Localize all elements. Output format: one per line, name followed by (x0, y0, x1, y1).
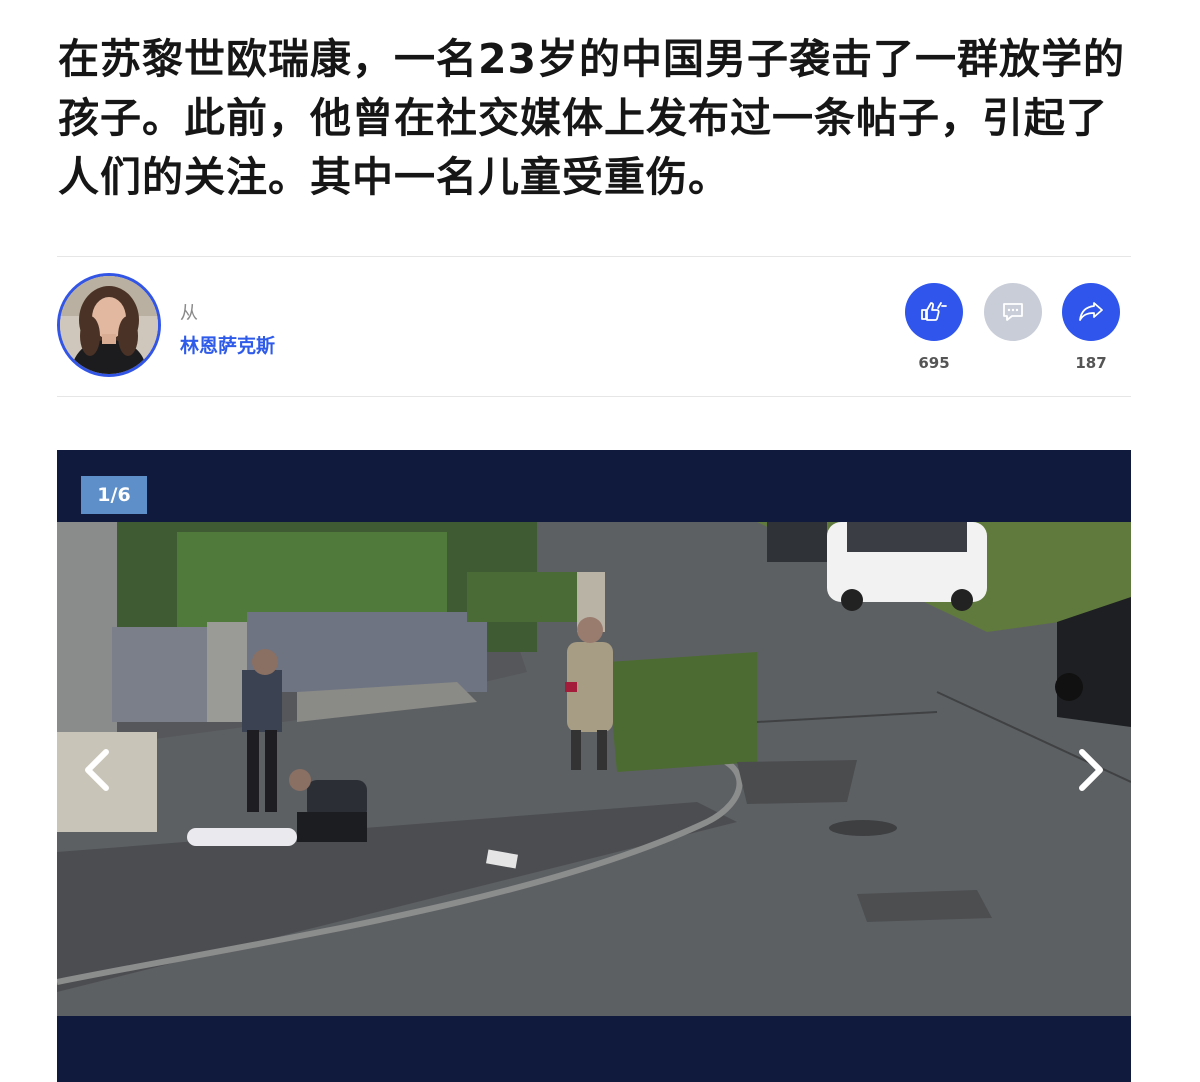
comment-icon (1003, 303, 1023, 321)
like-count: 695 (918, 354, 950, 372)
divider-top (57, 256, 1131, 257)
share-count: 187 (1075, 354, 1107, 372)
comment-button[interactable] (984, 283, 1042, 341)
gallery-prev-button[interactable] (77, 740, 117, 800)
gallery-slide-counter: 1/6 (81, 476, 147, 514)
author-photo (60, 276, 158, 374)
street-scene-image (57, 522, 1131, 1016)
chevron-left-icon (85, 749, 109, 791)
like-button[interactable] (905, 283, 963, 341)
share-button[interactable] (1062, 283, 1120, 341)
photo-gallery: 1/6 (57, 450, 1131, 1082)
share-arrow-icon (1079, 302, 1103, 321)
author-avatar[interactable] (57, 273, 161, 377)
thumbs-up-down-icon (921, 302, 947, 321)
chevron-right-icon (1079, 749, 1103, 791)
author-name-link[interactable]: 林恩萨克斯 (180, 331, 275, 358)
gallery-photo[interactable] (57, 522, 1131, 1016)
divider-bottom (57, 396, 1131, 397)
gallery-next-button[interactable] (1071, 740, 1111, 800)
byline-from-label: 从 (180, 303, 198, 324)
article-headline: 在苏黎世欧瑞康，一名23岁的中国男子袭击了一群放学的孩子。此前，他曾在社交媒体上… (58, 35, 1126, 201)
